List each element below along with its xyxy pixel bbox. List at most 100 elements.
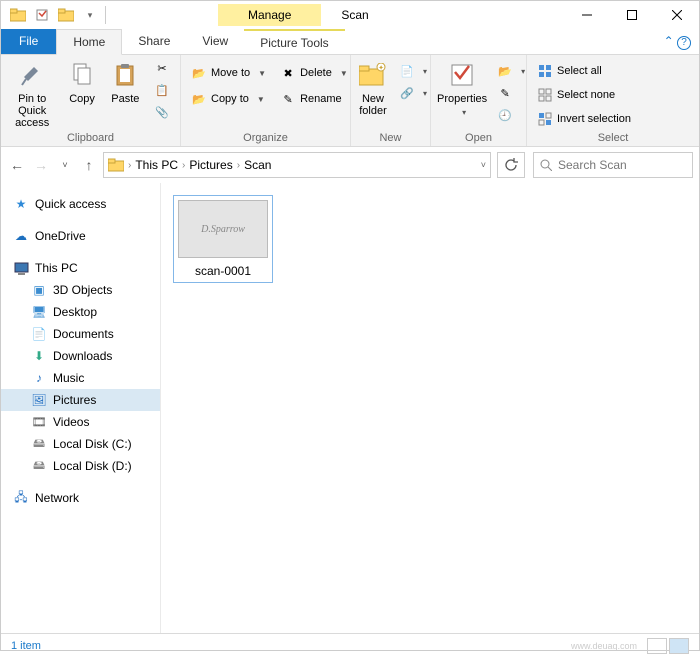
back-button[interactable]: ← [7,157,27,173]
help-dropdown[interactable]: ⌃ ? [656,29,699,54]
sidebar-item-documents[interactable]: 📄Documents [1,323,160,345]
copy-to-button[interactable]: 📂Copy to▼ [187,89,270,109]
group-select: Select all Select none Invert selection … [527,55,699,146]
easy-access-button[interactable]: 🔗▾ [395,83,431,103]
maximize-button[interactable] [609,1,654,29]
sidebar-item-pictures[interactable]: 🖼Pictures [1,389,160,411]
navigation-pane: ★Quick access ☁OneDrive This PC ▣3D Obje… [1,183,161,633]
chevron-right-icon[interactable]: › [182,160,185,171]
sidebar-item-3d-objects[interactable]: ▣3D Objects [1,279,160,301]
new-item-icon: 📄 [399,63,415,79]
paste-shortcut-button[interactable]: 📎 [150,102,174,122]
nav-bar: ← → ˅ ↑ › This PC› Pictures› Scan ˅ Sear… [1,147,699,183]
ribbon: Pin to Quick access Copy Paste ✂ 📋 📎 Cli… [1,55,699,147]
folder-icon[interactable] [7,4,29,26]
properties-button[interactable]: Properties▾ [437,59,487,119]
paste-button[interactable]: Paste [107,59,144,105]
group-clipboard: Pin to Quick access Copy Paste ✂ 📋 📎 Cli… [1,55,181,146]
sidebar-item-music[interactable]: ♪Music [1,367,160,389]
contextual-tab-header: Manage [218,4,321,26]
delete-button[interactable]: ✖Delete▼ [276,63,352,83]
sidebar-item-this-pc[interactable]: This PC [1,257,160,279]
select-none-button[interactable]: Select none [533,85,635,105]
recent-dropdown[interactable]: ˅ [55,160,75,170]
edit-button[interactable]: ✎ [493,83,529,103]
sidebar-item-local-disk-c[interactable]: 🖴Local Disk (C:) [1,433,160,455]
view-toggle [647,638,689,654]
cut-button[interactable]: ✂ [150,58,174,78]
shortcut-icon: 📎 [154,104,170,120]
chevron-right-icon[interactable]: › [237,160,240,171]
new-item-button[interactable]: 📄▾ [395,61,431,81]
group-new: ✦ New folder 📄▾ 🔗▾ New [351,55,431,146]
chevron-right-icon[interactable]: › [128,160,131,171]
edit-icon: ✎ [497,85,513,101]
minimize-button[interactable] [564,1,609,29]
tab-share[interactable]: Share [122,29,186,54]
sidebar-item-desktop[interactable]: 🖥Desktop [1,301,160,323]
sidebar-item-downloads[interactable]: ⬇Downloads [1,345,160,367]
sidebar-item-videos[interactable]: 🎞Videos [1,411,160,433]
nav-arrows: ← → ˅ ↑ [7,157,99,173]
copy-path-button[interactable]: 📋 [150,80,174,100]
address-bar[interactable]: › This PC› Pictures› Scan ˅ [103,152,491,178]
address-dropdown[interactable]: ˅ [481,160,486,170]
disk-icon: 🖴 [31,436,47,452]
svg-text:✦: ✦ [378,64,384,72]
tab-view[interactable]: View [186,29,244,54]
breadcrumb-item[interactable]: Scan [244,158,271,172]
file-item[interactable]: D.Sparrow scan-0001 [173,195,273,283]
copy-button[interactable]: Copy [63,59,100,105]
pin-button[interactable]: Pin to Quick access [7,59,57,129]
new-folder-button[interactable]: ✦ New folder [357,59,389,117]
history-icon: 🕘 [497,107,513,123]
breadcrumb-item[interactable]: Pictures› [189,158,240,172]
tab-file[interactable]: File [1,29,56,54]
properties-icon[interactable] [31,4,53,26]
search-input[interactable]: Search Scan [533,152,693,178]
folder-icon [108,158,124,172]
copyto-icon: 📂 [191,91,207,107]
cube-icon: ▣ [31,282,47,298]
tab-home[interactable]: Home [56,29,122,55]
group-label-clipboard: Clipboard [7,130,174,144]
refresh-button[interactable] [497,152,525,178]
details-view-button[interactable] [647,638,667,654]
forward-button[interactable]: → [31,157,51,173]
quick-access-toolbar: ▾ [1,4,108,26]
breadcrumb-item[interactable]: This PC› [135,158,185,172]
chevron-down-icon: ▼ [257,95,265,104]
history-button[interactable]: 🕘 [493,105,529,125]
sidebar-item-quick-access[interactable]: ★Quick access [1,193,160,215]
main-area: ★Quick access ☁OneDrive This PC ▣3D Obje… [1,183,699,633]
icons-view-button[interactable] [669,638,689,654]
path-icon: 📋 [154,82,170,98]
folder-icon-2[interactable] [55,4,77,26]
sidebar-item-local-disk-d[interactable]: 🖴Local Disk (D:) [1,455,160,477]
paste-icon [109,59,141,91]
content-pane[interactable]: D.Sparrow scan-0001 [161,183,699,633]
group-organize: 📂Move to▼ 📂Copy to▼ ✖Delete▼ ✎Rename Org… [181,55,351,146]
sidebar-item-onedrive[interactable]: ☁OneDrive [1,225,160,247]
up-button[interactable]: ↑ [79,157,99,173]
move-to-button[interactable]: 📂Move to▼ [187,63,270,83]
rename-button[interactable]: ✎Rename [276,89,352,109]
pin-label: Pin to Quick access [7,93,57,129]
new-folder-label: New folder [357,93,389,117]
sidebar-item-network[interactable]: 🖧Network [1,487,160,509]
document-icon: 📄 [31,326,47,342]
open-button[interactable]: 📂▾ [493,61,529,81]
disk-icon: 🖴 [31,458,47,474]
desktop-icon: 🖥 [31,304,47,320]
group-label-select: Select [533,130,693,144]
select-all-button[interactable]: Select all [533,61,635,81]
invert-icon [537,111,553,127]
copy-label: Copy [69,93,95,105]
close-button[interactable] [654,1,699,29]
delete-icon: ✖ [280,65,296,81]
chevron-down-icon[interactable]: ▾ [79,4,101,26]
tab-picture-tools[interactable]: Picture Tools [244,29,344,54]
invert-selection-button[interactable]: Invert selection [533,109,635,129]
chevron-down-icon: ▾ [462,107,466,119]
network-icon: 🖧 [13,490,29,506]
